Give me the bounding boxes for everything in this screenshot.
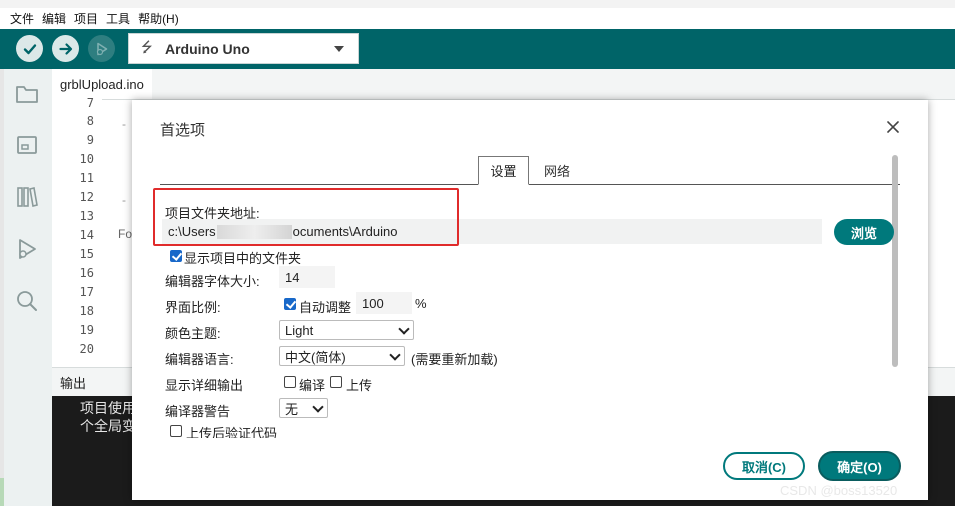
fold-marker: - bbox=[122, 193, 126, 207]
line-number: 9 bbox=[86, 133, 94, 147]
cancel-button[interactable]: 取消(C) bbox=[723, 452, 805, 480]
line-number: 12 bbox=[79, 190, 94, 204]
menu-tools[interactable]: 工具 bbox=[104, 10, 136, 27]
search-icon[interactable] bbox=[14, 288, 40, 314]
auto-scale-checkbox[interactable] bbox=[284, 298, 296, 310]
ok-button[interactable]: 确定(O) bbox=[818, 451, 901, 481]
left-edge-sliver bbox=[0, 478, 4, 506]
line-number: 18 bbox=[79, 304, 94, 318]
language-value: 中文(简体) bbox=[285, 349, 346, 365]
show-files-label: 显示项目中的文件夹 bbox=[184, 251, 302, 266]
tab-settings[interactable]: 设置 bbox=[478, 156, 529, 185]
fold-marker: - bbox=[122, 117, 126, 131]
verbose-compile-checkbox[interactable] bbox=[284, 376, 296, 388]
close-icon[interactable] bbox=[884, 118, 902, 136]
board-manager-icon[interactable] bbox=[14, 132, 40, 158]
board-selector[interactable]: ⭍ Arduino Uno bbox=[128, 33, 359, 64]
line-number: 8 bbox=[86, 114, 94, 128]
font-size-input[interactable]: 14 bbox=[279, 266, 335, 288]
line-number: 15 bbox=[79, 247, 94, 261]
line-number: 20 bbox=[79, 342, 94, 356]
chevron-down-icon bbox=[312, 401, 324, 413]
left-edge-strip bbox=[0, 69, 4, 506]
editor-file-tab[interactable]: grblUpload.ino bbox=[52, 69, 152, 99]
verbose-output-label: 显示详细输出 bbox=[165, 378, 244, 393]
tabs-divider bbox=[160, 184, 900, 185]
left-sidebar bbox=[0, 69, 52, 506]
output-line: 项目使用 bbox=[80, 400, 136, 416]
verify-after-upload-checkbox[interactable] bbox=[170, 425, 182, 437]
menu-sketch[interactable]: 项目 bbox=[72, 10, 104, 27]
arrow-right-icon bbox=[58, 42, 72, 55]
annotation-highlight-box bbox=[153, 188, 459, 246]
line-number: 16 bbox=[79, 266, 94, 280]
compiler-warnings-value: 无 bbox=[285, 401, 299, 417]
debug-sidebar-icon[interactable] bbox=[14, 236, 40, 262]
scale-label: 界面比例: bbox=[165, 300, 221, 315]
language-select[interactable]: 中文(简体) bbox=[279, 346, 405, 366]
verbose-compile-label: 编译 bbox=[299, 378, 326, 393]
library-manager-icon[interactable] bbox=[14, 184, 40, 210]
verify-button[interactable] bbox=[16, 35, 43, 62]
font-size-value: 14 bbox=[285, 269, 300, 285]
tab-network[interactable]: 网络 bbox=[532, 156, 582, 185]
code-text[interactable]: Fo bbox=[118, 227, 132, 241]
watermark: CSDN @boss13520 bbox=[780, 483, 898, 498]
line-number: 17 bbox=[79, 285, 94, 299]
folder-icon[interactable] bbox=[14, 81, 40, 107]
menu-bar: 文件 编辑 项目 工具 帮助(H) bbox=[0, 8, 955, 29]
verbose-upload-label: 上传 bbox=[346, 378, 373, 393]
font-size-label: 编辑器字体大小: bbox=[165, 274, 260, 289]
upload-button[interactable] bbox=[52, 35, 79, 62]
theme-value: Light bbox=[285, 322, 314, 338]
theme-select[interactable]: Light bbox=[279, 320, 414, 340]
line-number: 10 bbox=[79, 152, 94, 166]
language-label: 编辑器语言: bbox=[165, 352, 234, 367]
auto-scale-label: 自动调整 bbox=[299, 300, 352, 315]
show-files-checkbox[interactable] bbox=[170, 250, 182, 262]
scale-value: 100 bbox=[362, 295, 384, 311]
check-icon bbox=[23, 43, 36, 54]
menu-help[interactable]: 帮助(H) bbox=[136, 10, 185, 27]
line-number: 13 bbox=[79, 209, 94, 223]
board-label: Arduino Uno bbox=[165, 40, 250, 57]
browse-button[interactable]: 浏览 bbox=[834, 219, 894, 245]
usb-icon: ⭍ bbox=[141, 38, 153, 55]
output-line: 个全局变 bbox=[80, 418, 136, 434]
scale-input[interactable]: 100 bbox=[356, 292, 412, 314]
chevron-down-icon bbox=[334, 46, 344, 52]
scale-unit: % bbox=[415, 296, 427, 311]
line-number: 11 bbox=[79, 171, 94, 185]
output-title: 输出 bbox=[60, 376, 87, 391]
verbose-upload-checkbox[interactable] bbox=[330, 376, 342, 388]
chevron-down-icon bbox=[398, 323, 410, 335]
line-number: 14 bbox=[79, 228, 94, 242]
scroll-clip bbox=[160, 438, 900, 446]
compiler-warnings-select[interactable]: 无 bbox=[279, 398, 328, 418]
compiler-warnings-label: 编译器警告 bbox=[165, 404, 231, 419]
line-number: 7 bbox=[86, 96, 94, 110]
dialog-scrollbar[interactable] bbox=[892, 155, 898, 367]
menu-file[interactable]: 文件 bbox=[0, 10, 40, 27]
language-note: (需要重新加载) bbox=[411, 352, 498, 367]
window-title-strip bbox=[0, 0, 955, 8]
editor-tab-strip bbox=[52, 69, 955, 100]
debug-button[interactable] bbox=[88, 35, 115, 62]
chevron-down-icon bbox=[389, 349, 401, 361]
debug-icon bbox=[96, 42, 107, 55]
dialog-title: 首选项 bbox=[160, 122, 206, 139]
line-number: 19 bbox=[79, 323, 94, 337]
menu-edit[interactable]: 编辑 bbox=[40, 10, 72, 27]
toolbar: ⭍ Arduino Uno bbox=[0, 29, 955, 69]
theme-label: 颜色主题: bbox=[165, 326, 221, 341]
